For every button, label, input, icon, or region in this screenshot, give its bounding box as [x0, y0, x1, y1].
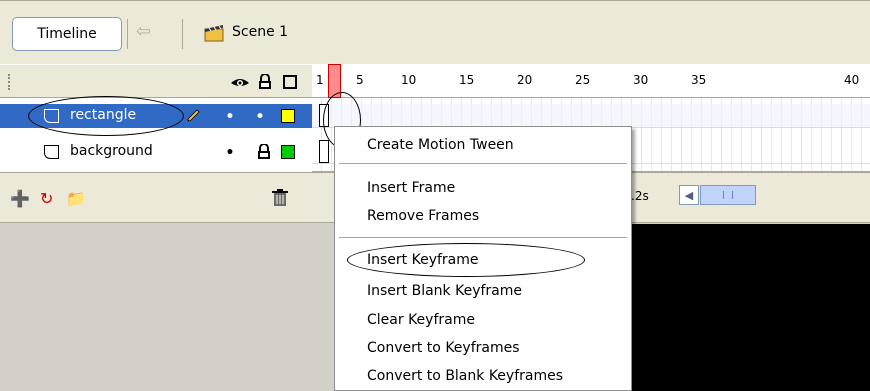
- layer-color-swatch[interactable]: [281, 109, 295, 123]
- eye-icon[interactable]: [230, 75, 250, 89]
- layer-name: background: [70, 143, 153, 159]
- pencil-icon: [187, 109, 200, 122]
- menu-separator: [339, 237, 627, 238]
- frame-number: 30: [633, 73, 649, 87]
- lock-dot[interactable]: •: [255, 109, 265, 125]
- elapsed-time: .2s: [631, 189, 649, 203]
- clapper-icon: [204, 25, 224, 42]
- add-motion-guide-icon[interactable]: ↻: [40, 189, 62, 208]
- add-layer-icon[interactable]: ➕: [10, 189, 32, 208]
- stage-canvas[interactable]: [630, 224, 870, 391]
- frame-number: 40: [844, 73, 860, 87]
- timeline-toolbar: Timeline ⇦ Scene 1: [0, 0, 870, 64]
- annotation-ellipse: [347, 243, 585, 277]
- horizontal-scrollbar[interactable]: [700, 185, 756, 205]
- outline-toggle-icon[interactable]: [283, 75, 297, 89]
- scene-label[interactable]: Scene 1: [232, 24, 288, 40]
- visibility-dot[interactable]: •: [225, 109, 235, 125]
- frame-number: 15: [459, 73, 475, 87]
- frame-number: 5: [356, 73, 364, 87]
- back-arrow-icon[interactable]: ⇦: [136, 21, 151, 42]
- keyframe[interactable]: [319, 140, 329, 163]
- lock-icon[interactable]: [258, 74, 272, 90]
- menu-item-insert-frame[interactable]: Insert Frame: [367, 175, 455, 201]
- layer-toolbar: ➕ ↻ 📁: [0, 172, 312, 222]
- panel-grip[interactable]: [8, 74, 12, 90]
- menu-item-remove-frames[interactable]: Remove Frames: [367, 203, 479, 229]
- layer-icon: [44, 145, 59, 159]
- menu-item-create-motion-tween[interactable]: Create Motion Tween: [367, 132, 514, 158]
- scrollbar-grip: [723, 191, 733, 199]
- lock-icon[interactable]: [257, 144, 271, 160]
- menu-item-clear-keyframe[interactable]: Clear Keyframe: [367, 307, 475, 333]
- add-folder-icon[interactable]: 📁: [66, 189, 88, 208]
- annotation-ellipse: [28, 96, 184, 136]
- frame-number: 10: [401, 73, 417, 87]
- layer-header: [0, 64, 312, 98]
- toolbar-separator: [127, 19, 128, 49]
- menu-item-insert-blank-keyframe[interactable]: Insert Blank Keyframe: [367, 278, 522, 304]
- frame-row[interactable]: [312, 104, 870, 128]
- trash-icon[interactable]: [272, 189, 288, 207]
- menu-item-convert-to-keyframes[interactable]: Convert to Keyframes: [367, 335, 520, 361]
- layer-color-swatch[interactable]: [281, 145, 295, 159]
- timeline-button[interactable]: Timeline: [12, 17, 122, 51]
- visibility-dot[interactable]: •: [225, 145, 235, 161]
- layer-row-background[interactable]: background •: [0, 140, 312, 164]
- scroll-left-button[interactable]: ◀: [679, 185, 699, 205]
- toolbar-separator: [182, 19, 183, 49]
- context-menu: Create Motion Tween Insert Frame Remove …: [334, 126, 632, 391]
- menu-item-convert-to-blank-keyframes[interactable]: Convert to Blank Keyframes: [367, 363, 563, 389]
- menu-separator: [339, 163, 627, 164]
- frame-number: 20: [517, 73, 533, 87]
- frame-number: 1: [316, 73, 324, 87]
- frame-ruler[interactable]: 1 5 10 15 20 25 30 35 40: [312, 64, 870, 98]
- frame-number: 25: [575, 73, 591, 87]
- frame-number: 35: [691, 73, 707, 87]
